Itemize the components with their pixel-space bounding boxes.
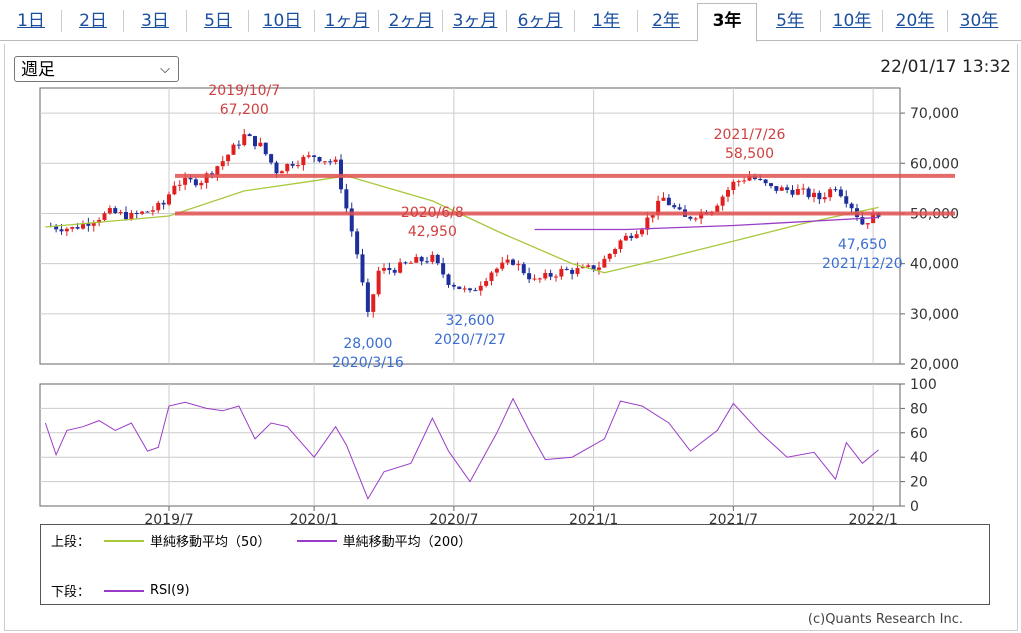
legend-upper-label: 上段： (51, 535, 91, 550)
tab-5年[interactable]: 5年 (762, 4, 818, 38)
tab-separator (506, 10, 507, 32)
tab-3ヶ月[interactable]: 3ヶ月 (446, 4, 504, 38)
tab-separator (186, 10, 187, 32)
tab-2日[interactable]: 2日 (65, 4, 121, 38)
legend-sma50-label: 単純移動平均（50） (150, 535, 271, 550)
tab-10日[interactable]: 10日 (252, 4, 312, 38)
tab-separator (378, 10, 379, 32)
tab-2ヶ月[interactable]: 2ヶ月 (382, 4, 440, 38)
tab-separator (248, 10, 249, 32)
tab-1日[interactable]: 1日 (3, 4, 59, 38)
legend-lower-label: 下段： (51, 585, 91, 600)
tab-5日[interactable]: 5日 (190, 4, 246, 38)
tab-separator (314, 10, 315, 32)
chart-credit: (c)Quants Research Inc. (807, 612, 963, 627)
legend-sma200-label: 単純移動平均（200） (342, 535, 472, 550)
tab-separator (947, 10, 948, 32)
chevron-down-icon: ⌵ (160, 62, 170, 77)
tab-2年[interactable]: 2年 (641, 4, 691, 38)
tab-separator (820, 10, 821, 32)
tab-separator (61, 10, 62, 32)
tab-3日[interactable]: 3日 (127, 4, 183, 38)
period-select[interactable]: 週足 ⌵ (14, 56, 179, 82)
tab-20年[interactable]: 20年 (886, 4, 944, 38)
tab-1ヶ月[interactable]: 1ヶ月 (318, 4, 376, 38)
chart-timestamp: 22/01/17 13:32 (880, 57, 1011, 77)
period-select-value: 週足 (21, 60, 55, 80)
legend-rsi-swatch (104, 589, 145, 592)
legend-rsi-label: RSI(9) (150, 583, 190, 598)
tab-separator (442, 10, 443, 32)
legend-sma50-swatch (104, 539, 145, 542)
legend-sma200-swatch (296, 539, 337, 542)
tab-separator (637, 10, 638, 32)
tab-3年[interactable]: 3年 (697, 3, 757, 42)
tab-10年[interactable]: 10年 (824, 4, 880, 38)
chart-legend: 上段： 単純移動平均（50） 単純移動平均（200） 下段： RSI(9) (40, 524, 990, 605)
tab-separator (882, 10, 883, 32)
tab-6ヶ月[interactable]: 6ヶ月 (510, 4, 570, 38)
tab-separator (574, 10, 575, 32)
tab-1年[interactable]: 1年 (578, 4, 634, 38)
tab-separator (123, 10, 124, 32)
tab-30年[interactable]: 30年 (951, 4, 1007, 38)
period-tab-bar: 1日 2日 3日 5日 10日 1ヶ月 2ヶ月 3ヶ月 6ヶ月 1年 2年 3年 5年 10年 20年 30年 (0, 0, 1021, 42)
